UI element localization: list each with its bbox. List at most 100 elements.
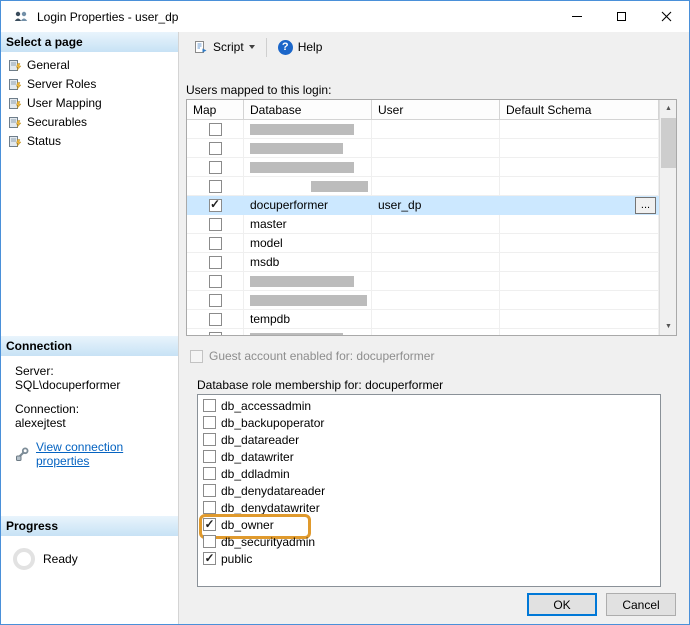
mapping-row[interactable] (187, 158, 659, 177)
column-header-database[interactable]: Database (244, 100, 372, 119)
window-title: Login Properties - user_dp (37, 10, 178, 24)
role-checkbox[interactable] (203, 501, 216, 514)
view-connection-properties-link[interactable]: View connection properties (36, 440, 170, 468)
sidebar-item-user-mapping[interactable]: User Mapping (1, 93, 178, 112)
redacted-database-name (250, 143, 343, 154)
role-checkbox[interactable] (203, 433, 216, 446)
toolbar: Script ? Help (179, 32, 689, 62)
map-checkbox[interactable] (209, 123, 222, 136)
browse-default-schema-button[interactable]: ... (635, 197, 656, 214)
column-header-map[interactable]: Map (187, 100, 244, 119)
database-cell (244, 272, 372, 291)
role-row-db_denydatawriter[interactable]: db_denydatawriter (198, 499, 660, 516)
role-checkbox[interactable] (203, 535, 216, 548)
role-row-db_backupoperator[interactable]: db_backupoperator (198, 414, 660, 431)
user-cell (372, 291, 500, 310)
role-checkbox[interactable] (203, 467, 216, 480)
mapping-row-master[interactable]: master (187, 215, 659, 234)
map-checkbox[interactable] (209, 161, 222, 174)
redacted-database-name (250, 162, 354, 173)
sidebar-item-server-roles[interactable]: Server Roles (1, 74, 178, 93)
database-cell (244, 139, 372, 158)
map-checkbox[interactable] (209, 313, 222, 326)
role-row-public[interactable]: public (198, 550, 660, 567)
mapping-row[interactable] (187, 272, 659, 291)
vertical-scrollbar[interactable]: ▲ ▼ (659, 100, 676, 335)
server-label: Server: (15, 364, 170, 378)
role-checkbox[interactable] (203, 484, 216, 497)
help-button[interactable]: ? Help (271, 36, 330, 59)
role-checkbox[interactable] (203, 552, 216, 565)
connection-label: Connection: (15, 402, 170, 416)
mapping-row[interactable] (187, 291, 659, 310)
user-cell (372, 329, 500, 336)
sidebar-item-label: User Mapping (27, 96, 102, 110)
map-checkbox[interactable] (209, 256, 222, 269)
map-checkbox[interactable] (209, 218, 222, 231)
role-checkbox[interactable] (203, 399, 216, 412)
role-checkbox[interactable] (203, 450, 216, 463)
main-content: Users mapped to this login: Map Database… (179, 62, 689, 616)
role-list: db_accessadmindb_backupoperatordb_datare… (197, 394, 661, 587)
database-cell: tempdb (244, 310, 372, 329)
role-checkbox[interactable] (203, 416, 216, 429)
footer-buttons: OK Cancel (186, 593, 676, 616)
map-checkbox[interactable] (209, 199, 222, 212)
map-checkbox[interactable] (209, 142, 222, 155)
role-checkbox[interactable] (203, 518, 216, 531)
mapping-table-body: docuperformeruser_dp...mastermodelmsdb te… (187, 120, 659, 336)
map-checkbox[interactable] (209, 275, 222, 288)
role-row-db_denydatareader[interactable]: db_denydatareader (198, 482, 660, 499)
role-row-db_owner[interactable]: db_owner (198, 516, 660, 533)
map-cell (187, 177, 244, 196)
script-button[interactable]: Script (186, 36, 262, 59)
guest-account-checkbox (190, 350, 203, 363)
map-checkbox[interactable] (209, 237, 222, 250)
scrollbar-thumb[interactable] (661, 118, 676, 168)
sidebar-item-general[interactable]: General (1, 55, 178, 74)
sidebar-item-status[interactable]: Status (1, 131, 178, 150)
ok-button[interactable]: OK (527, 593, 597, 616)
mapping-row[interactable] (187, 139, 659, 158)
cancel-button[interactable]: Cancel (606, 593, 676, 616)
sidebar-item-label: General (27, 58, 70, 72)
scroll-up-arrow-icon[interactable]: ▲ (660, 100, 677, 117)
mapping-row[interactable] (187, 177, 659, 196)
role-label: public (221, 552, 252, 566)
column-header-default-schema[interactable]: Default Schema (500, 100, 659, 119)
connection-header: Connection (1, 336, 178, 356)
mapping-row-tempdb[interactable]: tempdb (187, 310, 659, 329)
dialog-body: Select a page GeneralServer RolesUser Ma… (1, 32, 689, 624)
column-header-user[interactable]: User (372, 100, 500, 119)
map-cell (187, 139, 244, 158)
map-checkbox[interactable] (209, 332, 222, 337)
role-label: db_denydatawriter (221, 501, 320, 515)
minimize-button[interactable] (554, 1, 599, 32)
sidebar-item-securables[interactable]: Securables (1, 112, 178, 131)
maximize-button[interactable] (599, 1, 644, 32)
role-row-db_datawriter[interactable]: db_datawriter (198, 448, 660, 465)
role-row-db_securityadmin[interactable]: db_securityadmin (198, 533, 660, 550)
role-row-db_accessadmin[interactable]: db_accessadmin (198, 397, 660, 414)
role-membership-label: Database role membership for: docuperfor… (197, 378, 676, 392)
close-button[interactable] (644, 1, 689, 32)
database-cell (244, 158, 372, 177)
connection-block: Server: SQL\docuperformer Connection: al… (1, 356, 178, 468)
mapping-row-msdb[interactable]: msdb (187, 253, 659, 272)
role-row-db_ddladmin[interactable]: db_ddladmin (198, 465, 660, 482)
map-checkbox[interactable] (209, 294, 222, 307)
mapping-row-docuperformer[interactable]: docuperformeruser_dp... (187, 196, 659, 215)
map-cell (187, 215, 244, 234)
mapping-row[interactable] (187, 120, 659, 139)
mapping-row[interactable] (187, 329, 659, 336)
map-checkbox[interactable] (209, 180, 222, 193)
mapping-row-model[interactable]: model (187, 234, 659, 253)
role-label: db_ddladmin (221, 467, 290, 481)
database-cell: msdb (244, 253, 372, 272)
scroll-down-arrow-icon[interactable]: ▼ (660, 318, 677, 335)
default-schema-cell (500, 120, 659, 139)
map-cell (187, 272, 244, 291)
role-row-db_datareader[interactable]: db_datareader (198, 431, 660, 448)
default-schema-cell (500, 139, 659, 158)
default-schema-cell (500, 177, 659, 196)
